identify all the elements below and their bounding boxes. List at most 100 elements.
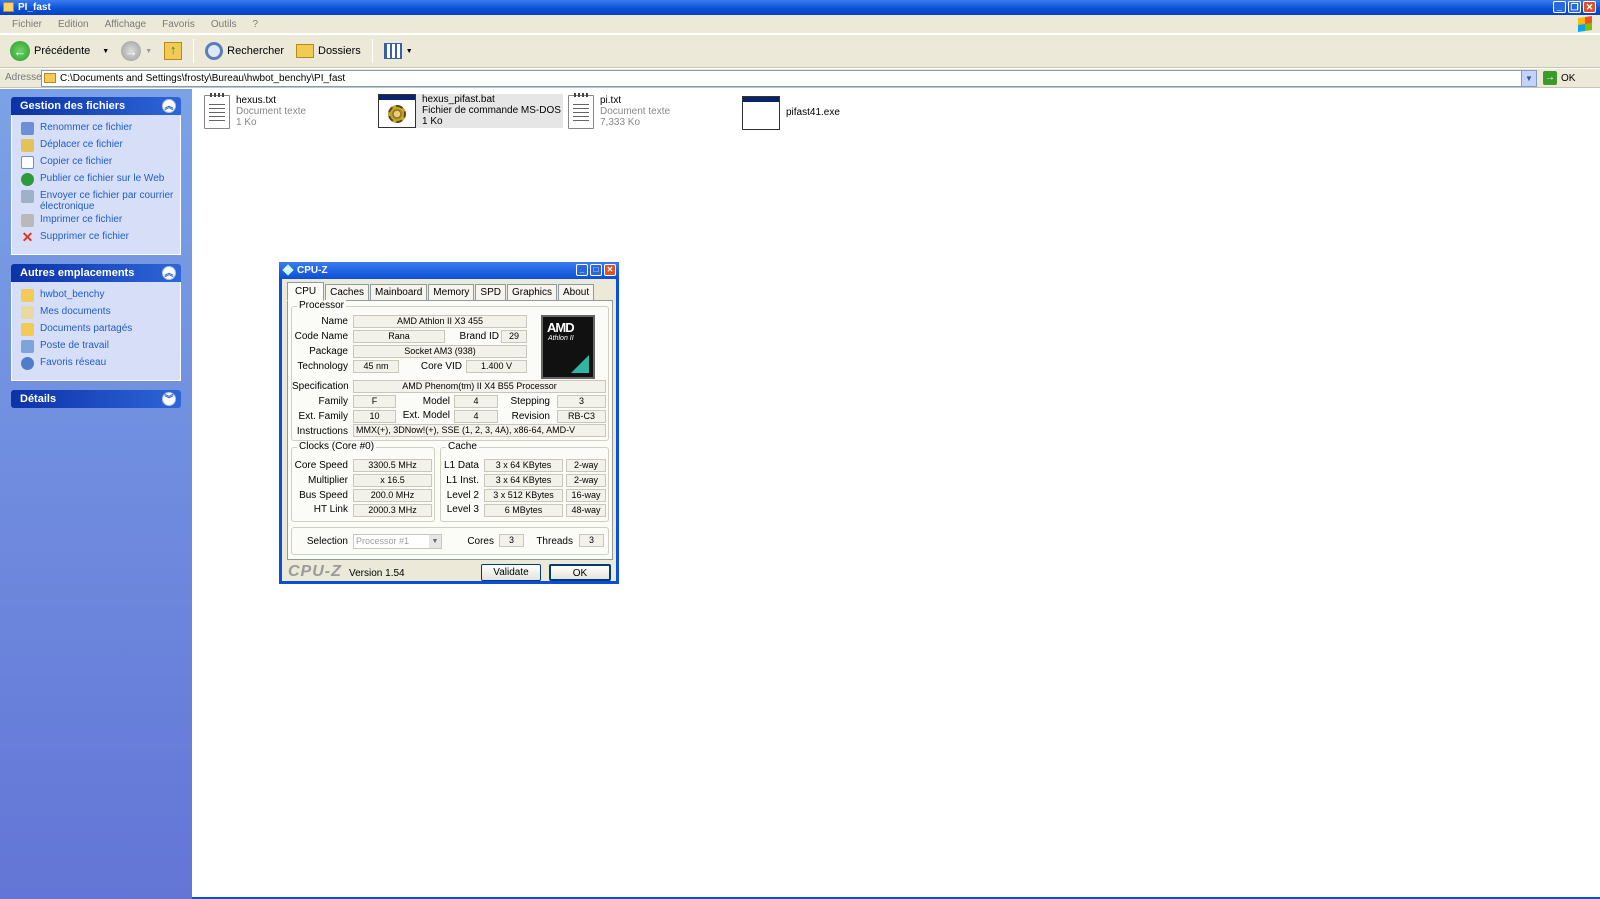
collapse-chevron-icon[interactable]: ︽ [162, 266, 176, 280]
menu-bar: Fichier Edition Affichage Favoris Outils… [0, 15, 1600, 34]
cpuz-window: CPU-Z _ □ ✕ CPU Caches Mainboard Memory … [279, 262, 619, 584]
expand-chevron-icon[interactable]: ︾ [162, 392, 176, 406]
bus-speed-label: Bus Speed [299, 490, 348, 501]
windows-logo-icon [1578, 16, 1592, 32]
address-path: C:\Documents and Settings\frosty\Bureau\… [60, 73, 346, 84]
back-dropdown-icon[interactable]: ▼ [102, 48, 109, 55]
close-button[interactable]: ✕ [1583, 1, 1596, 13]
validate-button[interactable]: Validate [481, 564, 541, 581]
model-value: 4 [454, 395, 498, 408]
task-rename[interactable]: Renommer ce fichier [21, 122, 180, 137]
revision-value: RB-C3 [557, 410, 606, 423]
file-hexus-pifast-bat[interactable]: hexus_pifast.bat Fichier de commande MS-D… [378, 94, 563, 128]
cpuz-minimize-button[interactable]: _ [576, 264, 588, 276]
file-tasks-header[interactable]: Gestion des fichiers ︽ [11, 97, 181, 115]
file-tasks-title: Gestion des fichiers [20, 100, 126, 112]
folder-icon [21, 289, 34, 302]
task-print[interactable]: Imprimer ce fichier [21, 214, 180, 229]
processor-select[interactable]: Processor #1 ▼ [353, 534, 442, 549]
other-places-header[interactable]: Autres emplacements ︽ [11, 264, 181, 282]
restore-button[interactable]: ❐ [1568, 1, 1581, 13]
ok-button[interactable]: OK [549, 564, 611, 581]
menu-fichier[interactable]: Fichier [4, 19, 50, 30]
core-vid-label: Core VID [420, 361, 462, 372]
up-folder-button[interactable]: ↑ [160, 38, 186, 64]
tab-cpu[interactable]: CPU [287, 282, 325, 301]
file-type: Document texte [236, 106, 307, 117]
views-dropdown-icon: ▼ [405, 47, 413, 55]
text-file-icon [568, 93, 594, 129]
search-label: Rechercher [227, 45, 284, 57]
ext-model-label: Ext. Model [402, 410, 450, 421]
details-header[interactable]: Détails ︾ [11, 390, 181, 408]
file-type: Document texte [600, 106, 671, 117]
task-move[interactable]: Déplacer ce fichier [21, 139, 180, 154]
forward-button[interactable]: → ▼ [117, 38, 156, 64]
search-button[interactable]: Rechercher [201, 38, 288, 64]
file-hexus-txt[interactable]: hexus.txt Document texte 1 Ko [204, 93, 307, 129]
place-my-documents[interactable]: Mes documents [21, 306, 180, 321]
back-arrow-icon: ← [10, 41, 30, 61]
menu-favoris[interactable]: Favoris [154, 19, 203, 30]
address-bar: Adresse C:\Documents and Settings\frosty… [0, 69, 1600, 88]
specification-value: AMD Phenom(tm) II X4 B55 Processor [353, 380, 606, 393]
file-name: hexus_pifast.bat [422, 94, 495, 105]
place-my-computer[interactable]: Poste de travail [21, 340, 180, 355]
up-folder-icon: ↑ [164, 42, 183, 60]
task-label: Copier ce fichier [40, 156, 113, 167]
menu-affichage[interactable]: Affichage [97, 19, 155, 30]
level2-label: Level 2 [446, 490, 479, 501]
bus-speed-value: 200.0 MHz [353, 489, 432, 502]
cpuz-close-button[interactable]: ✕ [604, 264, 616, 276]
file-name: hexus.txt [236, 95, 277, 106]
collapse-chevron-icon[interactable]: ︽ [162, 99, 176, 113]
chevron-down-icon: ▼ [429, 535, 441, 548]
menu-outils[interactable]: Outils [203, 19, 245, 30]
file-name: pi.txt [600, 95, 622, 106]
address-input[interactable]: C:\Documents and Settings\frosty\Bureau\… [41, 70, 1537, 87]
file-size: 1 Ko [422, 116, 443, 127]
model-label: Model [422, 396, 450, 407]
tab-about[interactable]: About [558, 284, 595, 300]
search-icon [205, 42, 224, 60]
forward-dropdown-icon[interactable]: ▼ [145, 48, 152, 55]
task-publish[interactable]: Publier ce fichier sur le Web [21, 173, 180, 188]
tab-caches[interactable]: Caches [325, 284, 370, 300]
file-pifast41-exe[interactable]: pifast41.exe [742, 96, 840, 130]
go-button[interactable]: → OK [1543, 71, 1575, 85]
views-button[interactable]: ▼ [380, 38, 417, 64]
back-button[interactable]: ← Précédente ▼ [6, 38, 113, 64]
rename-icon [21, 122, 34, 135]
place-shared-documents[interactable]: Documents partagés [21, 323, 180, 338]
clocks-group: Clocks (Core #0) Core Speed 3300.5 MHz M… [291, 441, 435, 522]
globe-icon [21, 173, 34, 186]
folders-button[interactable]: Dossiers [292, 38, 365, 64]
task-label: Renommer ce fichier [40, 122, 133, 133]
place-label: Documents partagés [40, 323, 133, 334]
task-email[interactable]: Envoyer ce fichier par courrier électron… [21, 190, 180, 212]
menu-help[interactable]: ? [244, 19, 266, 30]
forward-arrow-icon: → [121, 41, 142, 61]
task-label: Envoyer ce fichier par courrier électron… [40, 190, 174, 212]
tab-memory[interactable]: Memory [428, 284, 475, 300]
place-hwbot-benchy[interactable]: hwbot_benchy [21, 289, 180, 304]
tab-spd[interactable]: SPD [475, 284, 506, 300]
package-label: Package [309, 346, 348, 357]
address-dropdown-icon[interactable]: ▼ [1521, 71, 1536, 86]
level2-value: 3 x 512 KBytes [484, 489, 563, 502]
tab-graphics[interactable]: Graphics [506, 284, 557, 300]
place-label: Favoris réseau [40, 357, 107, 368]
place-network[interactable]: Favoris réseau [21, 357, 180, 372]
file-pi-txt[interactable]: pi.txt Document texte 7,333 Ko [568, 93, 671, 129]
task-copy[interactable]: Copier ce fichier [21, 156, 180, 171]
menu-edition[interactable]: Edition [50, 19, 97, 30]
task-delete[interactable]: ✕ Supprimer ce fichier [21, 230, 180, 246]
file-tasks-panel: Gestion des fichiers ︽ Renommer ce fichi… [11, 97, 181, 255]
minimize-button[interactable]: _ [1553, 1, 1566, 13]
tab-mainboard[interactable]: Mainboard [370, 284, 428, 300]
toolbar-separator [193, 39, 195, 63]
ext-family-label: Ext. Family [298, 411, 348, 422]
cpuz-maximize-button[interactable]: □ [590, 264, 602, 276]
folders-icon [296, 44, 314, 58]
family-value: F [353, 395, 396, 408]
